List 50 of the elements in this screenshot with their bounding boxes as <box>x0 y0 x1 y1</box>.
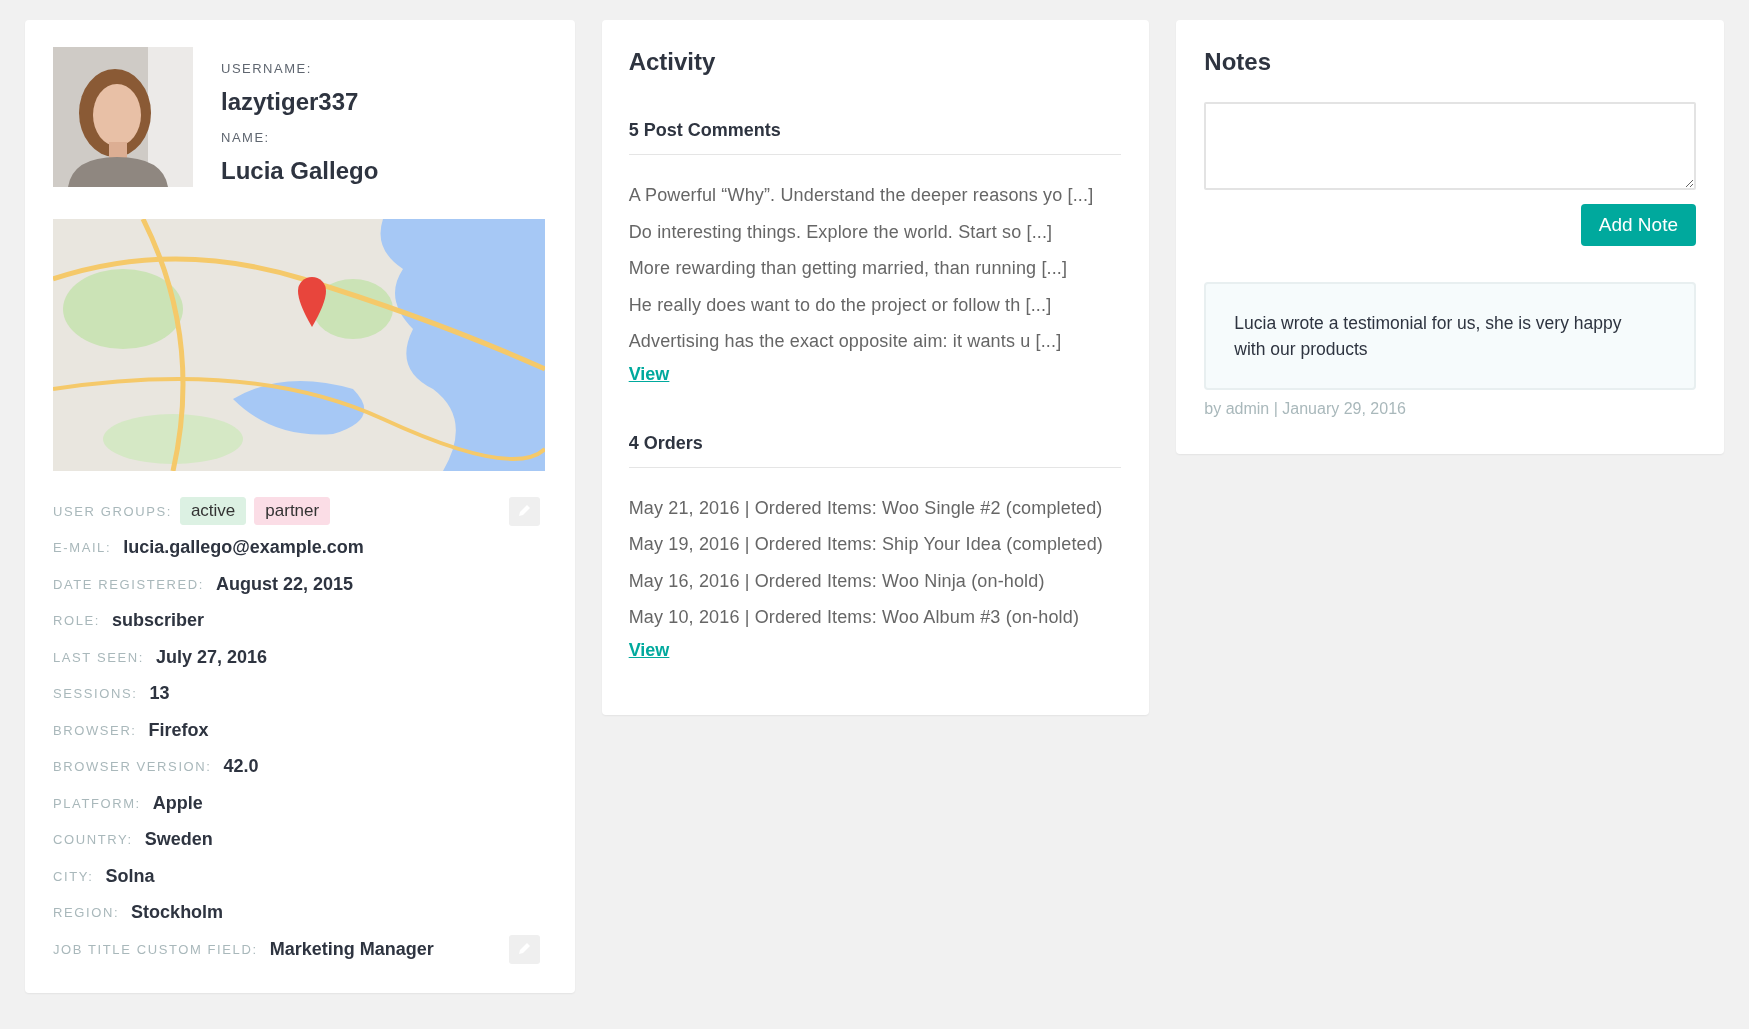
field-label: BROWSER VERSION: <box>53 759 212 775</box>
note-text: Lucia wrote a testimonial for us, she is very happy with our products <box>1204 282 1696 390</box>
field-value: subscriber <box>112 610 205 632</box>
field-label: PLATFORM: <box>53 795 141 811</box>
view-link[interactable]: View <box>628 639 670 661</box>
field-label: COUNTRY: <box>53 832 133 848</box>
section-title: 5 Post Comments <box>628 120 1122 155</box>
field-value: 42.0 <box>223 756 259 778</box>
note-meta: by admin | January 29, 2016 <box>1204 400 1407 418</box>
field-value: Apple <box>152 792 203 814</box>
field-value: 13 <box>149 683 170 705</box>
field-label: JOB TITLE CUSTOM FIELD: <box>53 941 258 957</box>
field-label: USER GROUPS: <box>53 503 172 519</box>
card-title: Activity <box>628 48 717 76</box>
add-note-button[interactable]: Add Note <box>1580 204 1696 246</box>
group-tag: active <box>179 497 247 526</box>
field-label: USERNAME: <box>221 61 313 76</box>
activity-item: Advertising has the exact opposite aim: it wants u [...] <box>628 330 1063 353</box>
field-label: CITY: <box>53 868 94 884</box>
field-value: Stockholm <box>131 902 224 924</box>
group-tag: partner <box>254 497 331 526</box>
field-label: SESSIONS: <box>53 686 138 702</box>
field-label: NAME: <box>221 130 271 145</box>
section-title: 4 Orders <box>628 432 1122 468</box>
field-value: Firefox <box>148 719 209 741</box>
activity-item: May 16, 2016 | Ordered Items: Woo Ninja (on-hold) <box>628 569 1046 593</box>
note-field[interactable] <box>1204 102 1696 190</box>
field-label: E-MAIL: <box>53 540 112 556</box>
field-value: lucia.gallego@example.com <box>123 537 364 559</box>
user-name: Lucia Gallego <box>221 157 379 185</box>
card-title: Notes <box>1204 48 1273 76</box>
field-label: DATE REGISTERED: <box>53 576 205 592</box>
field-value: August 22, 2015 <box>216 573 354 595</box>
field-label: REGION: <box>53 905 120 921</box>
view-link[interactable]: View <box>628 363 670 385</box>
activity-item: A Powerful “Why”. Understand the deeper reasons yo [...] <box>628 184 1095 207</box>
field-value: July 27, 2016 <box>155 646 267 668</box>
field-label: BROWSER: <box>53 722 137 738</box>
activity-item: May 21, 2016 | Ordered Items: Woo Single #2 (completed) <box>628 496 1104 520</box>
activity-item: May 19, 2016 | Ordered Items: Ship Your Idea (completed) <box>628 533 1104 556</box>
username: lazytiger337 <box>221 88 360 116</box>
field-value: Sweden <box>144 829 213 851</box>
activity-item: May 10, 2016 | Ordered Items: Woo Album #3 (on-hold) <box>628 606 1081 629</box>
field-label: ROLE: <box>53 613 100 629</box>
activity-item: He really does want to do the project or follow th [...] <box>628 293 1053 317</box>
activity-item: More rewarding than getting married, than running [...] <box>628 257 1069 280</box>
field-value: Marketing Manager <box>269 938 434 960</box>
field-label: LAST SEEN: <box>53 649 144 665</box>
field-value: Solna <box>105 865 155 887</box>
activity-item: Do interesting things. Explore the world. Start so [...] <box>628 220 1054 244</box>
